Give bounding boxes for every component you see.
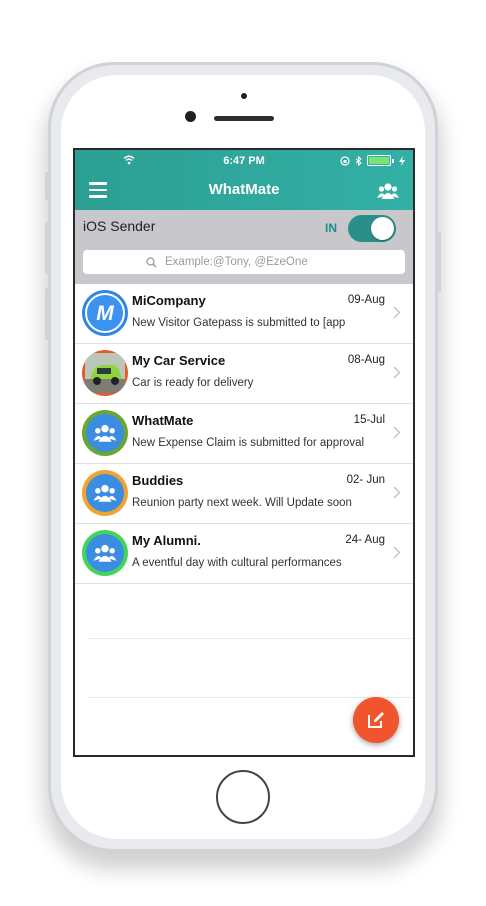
- chat-name: WhatMate: [132, 413, 194, 428]
- mute-switch: [45, 172, 49, 200]
- proximity-sensor: [241, 93, 247, 99]
- svg-text:M: M: [96, 302, 114, 324]
- chat-date: 15-Jul: [353, 414, 385, 426]
- chat-name: MiCompany: [132, 293, 206, 308]
- app-screen: 6:47 PM WhatMate iOS Sender IN Example:@…: [73, 148, 415, 757]
- chevron-right-icon: [393, 426, 401, 439]
- battery-icon: [367, 155, 391, 166]
- search-input[interactable]: [163, 255, 342, 269]
- sender-toggle[interactable]: [348, 215, 396, 242]
- bluetooth-icon: [355, 155, 362, 166]
- chevron-right-icon: [393, 306, 401, 319]
- group-icon: [93, 484, 117, 502]
- chevron-right-icon: [393, 366, 401, 379]
- avatar: [82, 530, 128, 576]
- chat-preview: New Visitor Gatepass is submitted to [ap…: [132, 317, 346, 329]
- avatar: [82, 470, 128, 516]
- avatar: [82, 350, 128, 396]
- chat-date: 08-Aug: [347, 354, 385, 366]
- car-photo: [85, 353, 125, 393]
- group-icon: [93, 424, 117, 442]
- chat-date: 02- Jun: [346, 474, 385, 486]
- chat-name: My Alumni.: [132, 533, 201, 548]
- edit-icon: [368, 712, 384, 728]
- group-icon: [93, 544, 117, 562]
- group-icon[interactable]: [377, 181, 399, 201]
- chat-date: 24- Aug: [345, 534, 385, 546]
- earpiece-speaker: [214, 116, 274, 121]
- toggle-knob: [371, 217, 394, 240]
- power-button: [437, 232, 441, 292]
- volume-up-button: [45, 222, 49, 274]
- sender-bar: iOS Sender IN: [75, 210, 413, 284]
- chat-row[interactable]: My Alumni. 24- Aug A eventful day with c…: [75, 524, 413, 584]
- chat-date: 09-Aug: [347, 294, 385, 306]
- search-box[interactable]: [83, 250, 405, 274]
- company-logo-icon: M: [96, 302, 114, 324]
- chat-preview: Reunion party next week. Will Update soo…: [132, 497, 352, 509]
- chat-row[interactable]: Buddies 02- Jun Reunion party next week.…: [75, 464, 413, 524]
- chat-row[interactable]: WhatMate 15-Jul New Expense Claim is sub…: [75, 404, 413, 464]
- rotation-lock-icon: [340, 155, 350, 166]
- home-button[interactable]: [216, 770, 270, 824]
- sender-label: iOS Sender: [83, 218, 156, 234]
- avatar: M: [82, 290, 128, 336]
- charging-icon: [399, 155, 405, 166]
- chat-preview: A eventful day with cultural performance…: [132, 557, 342, 569]
- chat-preview: New Expense Claim is submitted for appro…: [132, 437, 365, 449]
- chat-name: Buddies: [132, 473, 184, 488]
- chat-row[interactable]: M MiCompany 09-Aug New Visitor Gatepass …: [75, 284, 413, 344]
- compose-button[interactable]: [353, 697, 399, 743]
- app-title: WhatMate: [208, 181, 280, 198]
- volume-down-button: [45, 288, 49, 340]
- chat-list: M MiCompany 09-Aug New Visitor Gatepass …: [75, 284, 413, 584]
- front-camera: [185, 111, 196, 122]
- status-indicators: [340, 155, 405, 166]
- chat-name: My Car Service: [132, 353, 226, 368]
- chevron-right-icon: [393, 486, 401, 499]
- search-icon: [146, 256, 157, 267]
- avatar: [82, 410, 128, 456]
- battery-tip: [392, 158, 394, 163]
- toggle-label: IN: [325, 221, 337, 235]
- empty-row-divider: [89, 697, 413, 698]
- chevron-right-icon: [393, 546, 401, 559]
- empty-row-divider: [89, 638, 413, 639]
- chat-row[interactable]: My Car Service 08-Aug Car is ready for d…: [75, 344, 413, 404]
- chat-preview: Car is ready for delivery: [132, 377, 254, 389]
- status-bar: 6:47 PM: [75, 150, 413, 172]
- nav-bar: WhatMate: [75, 172, 413, 210]
